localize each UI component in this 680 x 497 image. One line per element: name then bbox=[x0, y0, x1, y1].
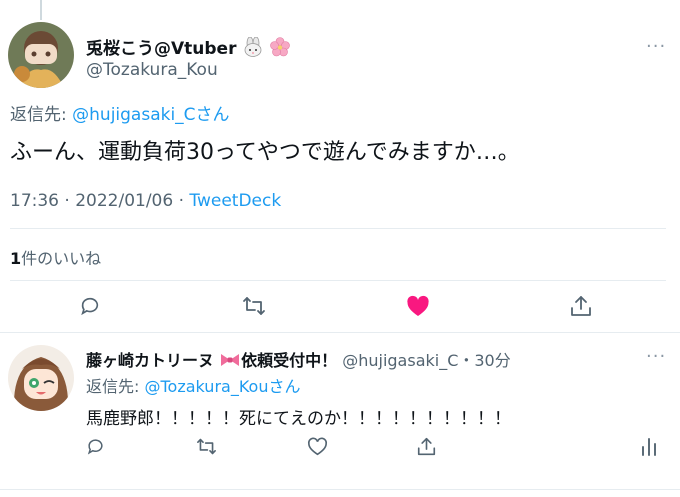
divider bbox=[0, 489, 680, 490]
reply-reply-to-link[interactable]: @Tozakura_Kouさん bbox=[144, 377, 300, 396]
avatar[interactable] bbox=[8, 22, 74, 88]
tweet-client-link[interactable]: TweetDeck bbox=[189, 191, 281, 211]
handle[interactable]: @Tozakura_Kou bbox=[86, 60, 218, 80]
tweet-timestamp: 17:36 · 2022/01/06 · TweetDeck bbox=[10, 191, 281, 211]
likes-label: 件のいいね bbox=[21, 249, 102, 268]
reply-reply-to-prefix: 返信先: bbox=[86, 377, 145, 396]
reply-reply-icon[interactable] bbox=[86, 437, 105, 456]
display-name[interactable]: 兎桜こう@Vtuber bbox=[86, 34, 291, 62]
reply-like-icon[interactable] bbox=[307, 437, 328, 456]
reply-header: 藤ヶ崎カトリーヌ 依頼受付中！ @hujigasaki_C・30分 bbox=[86, 347, 511, 373]
rabbit-emoji-icon bbox=[242, 36, 264, 62]
reply-icon[interactable] bbox=[79, 295, 101, 317]
tweet-time[interactable]: 17:36 · 2022/01/06 · bbox=[10, 191, 189, 211]
reply-more-options-icon[interactable]: ··· bbox=[646, 346, 666, 367]
like-filled-icon[interactable] bbox=[406, 295, 430, 317]
reply-name-suffix: 依頼受付中！ bbox=[241, 351, 338, 370]
display-name-text: 兎桜こう@Vtuber bbox=[86, 39, 237, 59]
divider bbox=[0, 332, 680, 333]
reply-handle-time[interactable]: @hujigasaki_C・30分 bbox=[342, 351, 511, 370]
analytics-icon[interactable] bbox=[640, 437, 658, 456]
reply-retweet-icon[interactable] bbox=[196, 437, 217, 456]
reply-to-link[interactable]: @hujigasaki_Cさん bbox=[72, 105, 229, 125]
reply-to-line: 返信先: @hujigasaki_Cさん bbox=[10, 100, 230, 125]
share-icon[interactable] bbox=[570, 294, 592, 318]
reply-display-name[interactable]: 藤ヶ崎カトリーヌ bbox=[86, 351, 214, 370]
reply-avatar[interactable] bbox=[8, 345, 74, 411]
divider bbox=[10, 228, 666, 229]
ribbon-emoji-icon bbox=[219, 351, 241, 373]
likes-number: 1 bbox=[10, 249, 22, 268]
retweet-icon[interactable] bbox=[242, 295, 266, 317]
tweet-text: ふーん、運動負荷30ってやつで遊んでみますか…。 bbox=[10, 140, 520, 165]
more-options-icon[interactable]: ··· bbox=[646, 36, 666, 57]
divider bbox=[10, 280, 666, 281]
cherry-blossom-emoji-icon bbox=[270, 37, 291, 62]
reply-to-prefix: 返信先: bbox=[10, 105, 73, 125]
thread-line bbox=[40, 0, 42, 20]
likes-count[interactable]: 1件のいいね bbox=[10, 245, 101, 269]
reply-share-icon[interactable] bbox=[417, 436, 436, 457]
reply-text: 馬鹿野郎！！！！！死にてえのか！！！！！！！！！！ bbox=[86, 409, 511, 429]
reply-reply-to-line: 返信先: @Tozakura_Kouさん bbox=[86, 373, 300, 397]
